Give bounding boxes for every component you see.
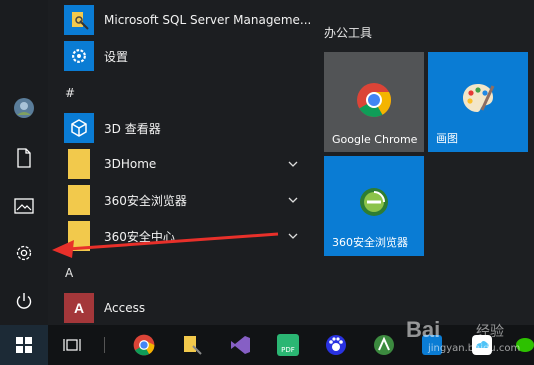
paint-palette-icon bbox=[463, 84, 495, 112]
app-label: Access bbox=[104, 301, 146, 315]
visual-studio-icon bbox=[231, 336, 250, 354]
sql-server-icon bbox=[64, 5, 94, 35]
app-label: Microsoft SQL Server Manageme... bbox=[104, 13, 312, 27]
pdf-icon: PDF bbox=[277, 334, 299, 356]
app-label: 设置 bbox=[104, 49, 129, 64]
360-browser-icon bbox=[360, 188, 388, 216]
app-label: 360安全浏览器 bbox=[104, 193, 187, 208]
cube-3d-icon bbox=[64, 113, 94, 143]
folder-icon bbox=[68, 221, 90, 251]
avatar-icon bbox=[14, 98, 34, 118]
pictures-button[interactable] bbox=[0, 182, 48, 230]
watermark-url: jingyan.baidu.com bbox=[428, 343, 521, 354]
user-avatar-button[interactable] bbox=[0, 84, 48, 132]
baidu-paw-icon bbox=[326, 335, 346, 355]
folder-icon bbox=[68, 149, 90, 179]
task-view-icon bbox=[63, 339, 81, 351]
tile-google-chrome[interactable]: Google Chrome bbox=[324, 52, 424, 152]
list-item[interactable]: 360安全浏览器 bbox=[48, 182, 310, 218]
tile-paint[interactable]: 画图 bbox=[428, 52, 528, 152]
taskbar-baidu[interactable] bbox=[320, 325, 352, 365]
list-item[interactable]: 3D 查看器 bbox=[48, 110, 310, 146]
gear-icon bbox=[16, 245, 32, 261]
task-view-button[interactable] bbox=[56, 325, 88, 365]
start-button[interactable] bbox=[0, 325, 48, 365]
list-item[interactable]: 3DHome bbox=[48, 146, 310, 182]
sql-server-icon bbox=[184, 336, 202, 355]
power-icon bbox=[16, 293, 32, 309]
settings-button[interactable] bbox=[0, 229, 48, 277]
app-label: 360安全中心 bbox=[104, 229, 175, 244]
app-list: Microsoft SQL Server Manageme... 设置 # 3D… bbox=[48, 0, 312, 326]
list-item[interactable]: A Access bbox=[48, 290, 310, 326]
access-icon: A bbox=[64, 293, 94, 323]
taskbar-sql-server[interactable] bbox=[176, 325, 208, 365]
document-icon bbox=[17, 148, 31, 168]
pinned-tiles: 办公工具 Google Chrome 画图 360安全浏览器 bbox=[310, 0, 534, 325]
watermark-logo: Bai bbox=[406, 317, 441, 342]
taskbar-visual-studio[interactable] bbox=[224, 325, 256, 365]
chevron-down-icon[interactable] bbox=[286, 193, 300, 207]
chrome-icon bbox=[357, 83, 391, 117]
tile-label: Google Chrome bbox=[332, 133, 418, 146]
picture-icon bbox=[14, 198, 34, 214]
folder-icon bbox=[68, 185, 90, 215]
power-button[interactable] bbox=[0, 277, 48, 325]
app-label: 3D 查看器 bbox=[104, 121, 161, 136]
section-header-a[interactable]: A bbox=[65, 266, 73, 280]
chevron-down-icon[interactable] bbox=[286, 157, 300, 171]
list-item[interactable]: 360安全中心 bbox=[48, 218, 310, 254]
section-header-hash[interactable]: # bbox=[65, 86, 75, 100]
documents-button[interactable] bbox=[0, 134, 48, 182]
start-menu-rail bbox=[0, 0, 48, 325]
tile-label: 画图 bbox=[436, 132, 458, 145]
watermark-text: 经验 bbox=[476, 324, 504, 340]
list-item[interactable]: 设置 bbox=[48, 38, 310, 74]
tile-label: 360安全浏览器 bbox=[332, 236, 408, 249]
taskbar-chrome[interactable] bbox=[128, 325, 160, 365]
taskbar-divider bbox=[104, 337, 105, 353]
list-item[interactable]: Microsoft SQL Server Manageme... bbox=[48, 2, 312, 38]
chevron-down-icon[interactable] bbox=[286, 229, 300, 243]
taskbar-pdf[interactable]: PDF bbox=[272, 325, 304, 365]
app-label: 3DHome bbox=[104, 157, 157, 171]
gear-icon bbox=[64, 41, 94, 71]
watermark: Bai 经验 jingyan.baidu.com bbox=[378, 317, 528, 361]
chrome-icon bbox=[133, 334, 155, 356]
windows-logo-icon bbox=[16, 337, 32, 353]
tile-group-title: 办公工具 bbox=[324, 26, 373, 40]
tile-360-browser[interactable]: 360安全浏览器 bbox=[324, 156, 424, 256]
